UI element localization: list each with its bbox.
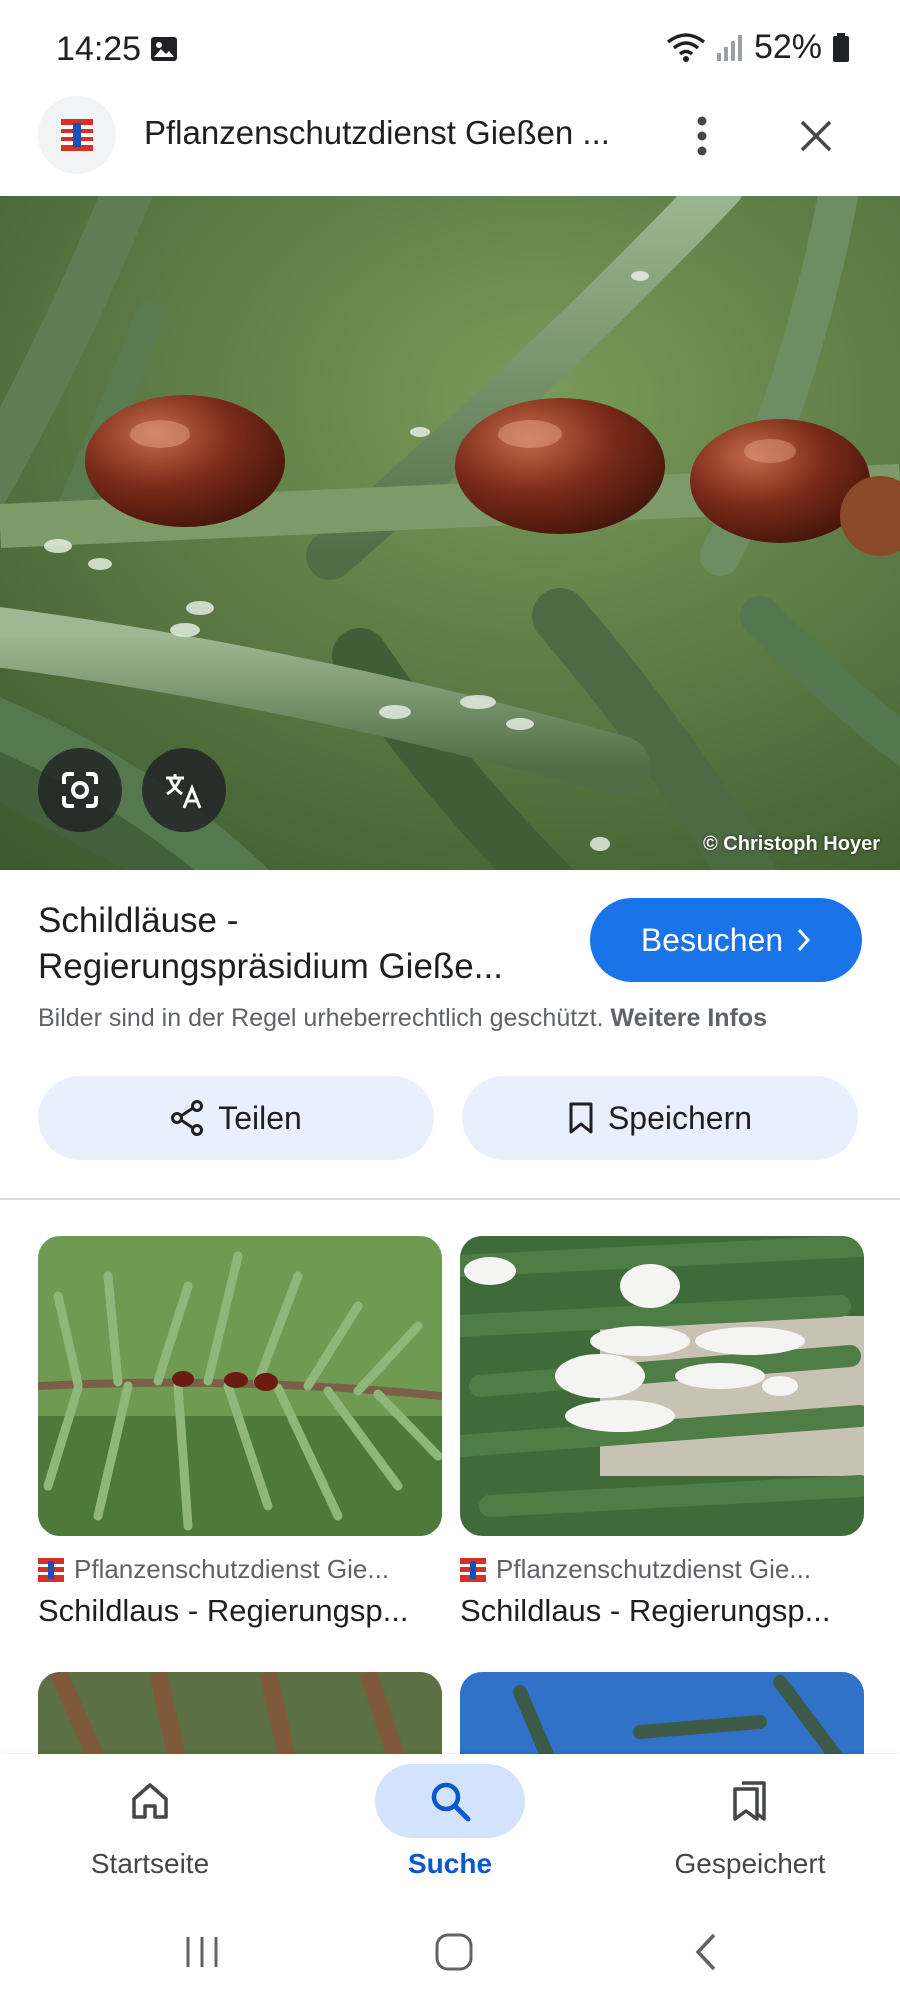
- related-card[interactable]: Pflanzenschutzdienst Gie... Schildlaus -…: [460, 1236, 864, 1629]
- system-navigation-bar: [0, 1904, 900, 2000]
- related-source-label: Pflanzenschutzdienst Gie...: [496, 1554, 812, 1584]
- nav-saved-icon-wrap: [675, 1764, 825, 1838]
- nav-home-icon-wrap: [75, 1764, 225, 1838]
- share-icon: [171, 1100, 204, 1136]
- search-icon: [431, 1782, 471, 1822]
- header: Pflanzenschutzdienst Gießen ...: [0, 96, 900, 196]
- close-icon: [800, 120, 832, 152]
- share-button-label: Teilen: [218, 1099, 302, 1136]
- related-thumbnail[interactable]: [460, 1672, 864, 1762]
- battery-icon: [833, 32, 849, 62]
- related-title[interactable]: Schildlaus - Regierungsp...: [38, 1593, 442, 1629]
- more-info-link[interactable]: Weitere Infos: [611, 1004, 768, 1032]
- related-source-label: Pflanzenschutzdienst Gie...: [74, 1554, 390, 1584]
- save-button-label: Speichern: [607, 1099, 753, 1136]
- battery-percent: 52%: [753, 28, 822, 66]
- visit-button-label: Besuchen: [640, 921, 784, 958]
- page-title[interactable]: Pflanzenschutzdienst Gießen ...: [144, 114, 644, 152]
- related-thumbnail[interactable]: [38, 1672, 442, 1762]
- home-icon: [132, 1783, 168, 1819]
- related-image: [38, 1672, 442, 1762]
- related-image: [460, 1236, 864, 1536]
- home-system-button[interactable]: [414, 1924, 494, 1980]
- hero-image[interactable]: © Christoph Hoyer: [0, 196, 900, 870]
- related-source: Pflanzenschutzdienst Gie...: [460, 1554, 864, 1585]
- status-time: 14:25: [56, 30, 142, 68]
- bottom-navigation: Startseite Suche Gespeichert: [0, 1754, 900, 1904]
- result-title-line2: Regierungspräsidium Gieße...: [38, 947, 503, 986]
- nav-home[interactable]: Startseite: [20, 1754, 280, 1904]
- scale-insects-photo: [0, 196, 900, 870]
- related-thumbnail[interactable]: [460, 1236, 864, 1536]
- wifi-icon: [666, 32, 706, 62]
- site-favicon: [38, 96, 116, 174]
- nav-saved[interactable]: Gespeichert: [620, 1754, 880, 1904]
- result-title[interactable]: Schildläuse - Regierungspräsidium Gieße.…: [38, 898, 568, 990]
- nav-search-label: Suche: [407, 1848, 493, 1879]
- lens-icon: [62, 772, 98, 808]
- nav-home-label: Startseite: [90, 1848, 210, 1879]
- copyright-text: Bilder sind in der Regel urheberrechtlic…: [38, 1004, 604, 1032]
- share-button[interactable]: Teilen: [38, 1076, 434, 1160]
- recent-apps-icon: [186, 1937, 218, 1967]
- save-button[interactable]: Speichern: [462, 1076, 858, 1160]
- status-bar: 14:25 52%: [0, 0, 900, 96]
- nav-search-icon-wrap: [375, 1764, 525, 1838]
- copyright-notice: Bilder sind in der Regel urheberrechtlic…: [38, 1004, 767, 1033]
- home-system-icon: [435, 1933, 473, 1971]
- hessen-flag-icon: [61, 119, 93, 151]
- related-thumbnail[interactable]: [38, 1236, 442, 1536]
- signal-icon: [716, 34, 742, 61]
- chevron-right-icon: [798, 928, 811, 952]
- related-card[interactable]: Pflanzenschutzdienst Gie... Schildlaus -…: [38, 1236, 442, 1629]
- related-image: [38, 1236, 442, 1536]
- more-vert-icon: [697, 116, 707, 156]
- result-title-line1: Schildläuse -: [38, 901, 239, 940]
- recent-apps-button[interactable]: [162, 1924, 242, 1980]
- nav-search[interactable]: Suche: [320, 1754, 580, 1904]
- back-icon: [695, 1933, 716, 1971]
- hessen-flag-icon: [38, 1557, 64, 1582]
- translate-icon: [166, 774, 202, 809]
- related-source: Pflanzenschutzdienst Gie...: [38, 1554, 442, 1585]
- related-title[interactable]: Schildlaus - Regierungsp...: [460, 1593, 864, 1629]
- divider: [0, 1198, 900, 1200]
- related-image: [460, 1672, 864, 1762]
- nav-saved-label: Gespeichert: [674, 1848, 826, 1879]
- google-lens-button[interactable]: [38, 748, 122, 832]
- image-notification-icon: [151, 37, 177, 61]
- close-button[interactable]: [790, 106, 842, 166]
- status-right: 52%: [666, 28, 850, 67]
- translate-button[interactable]: [142, 748, 226, 832]
- visit-button[interactable]: Besuchen: [590, 898, 862, 982]
- bookmark-icon: [569, 1102, 593, 1134]
- image-credit: © Christoph Hoyer: [703, 833, 880, 855]
- back-button[interactable]: [666, 1924, 746, 1980]
- saved-icon: [733, 1781, 766, 1821]
- more-options-button[interactable]: [680, 106, 724, 166]
- hessen-flag-icon: [460, 1557, 486, 1582]
